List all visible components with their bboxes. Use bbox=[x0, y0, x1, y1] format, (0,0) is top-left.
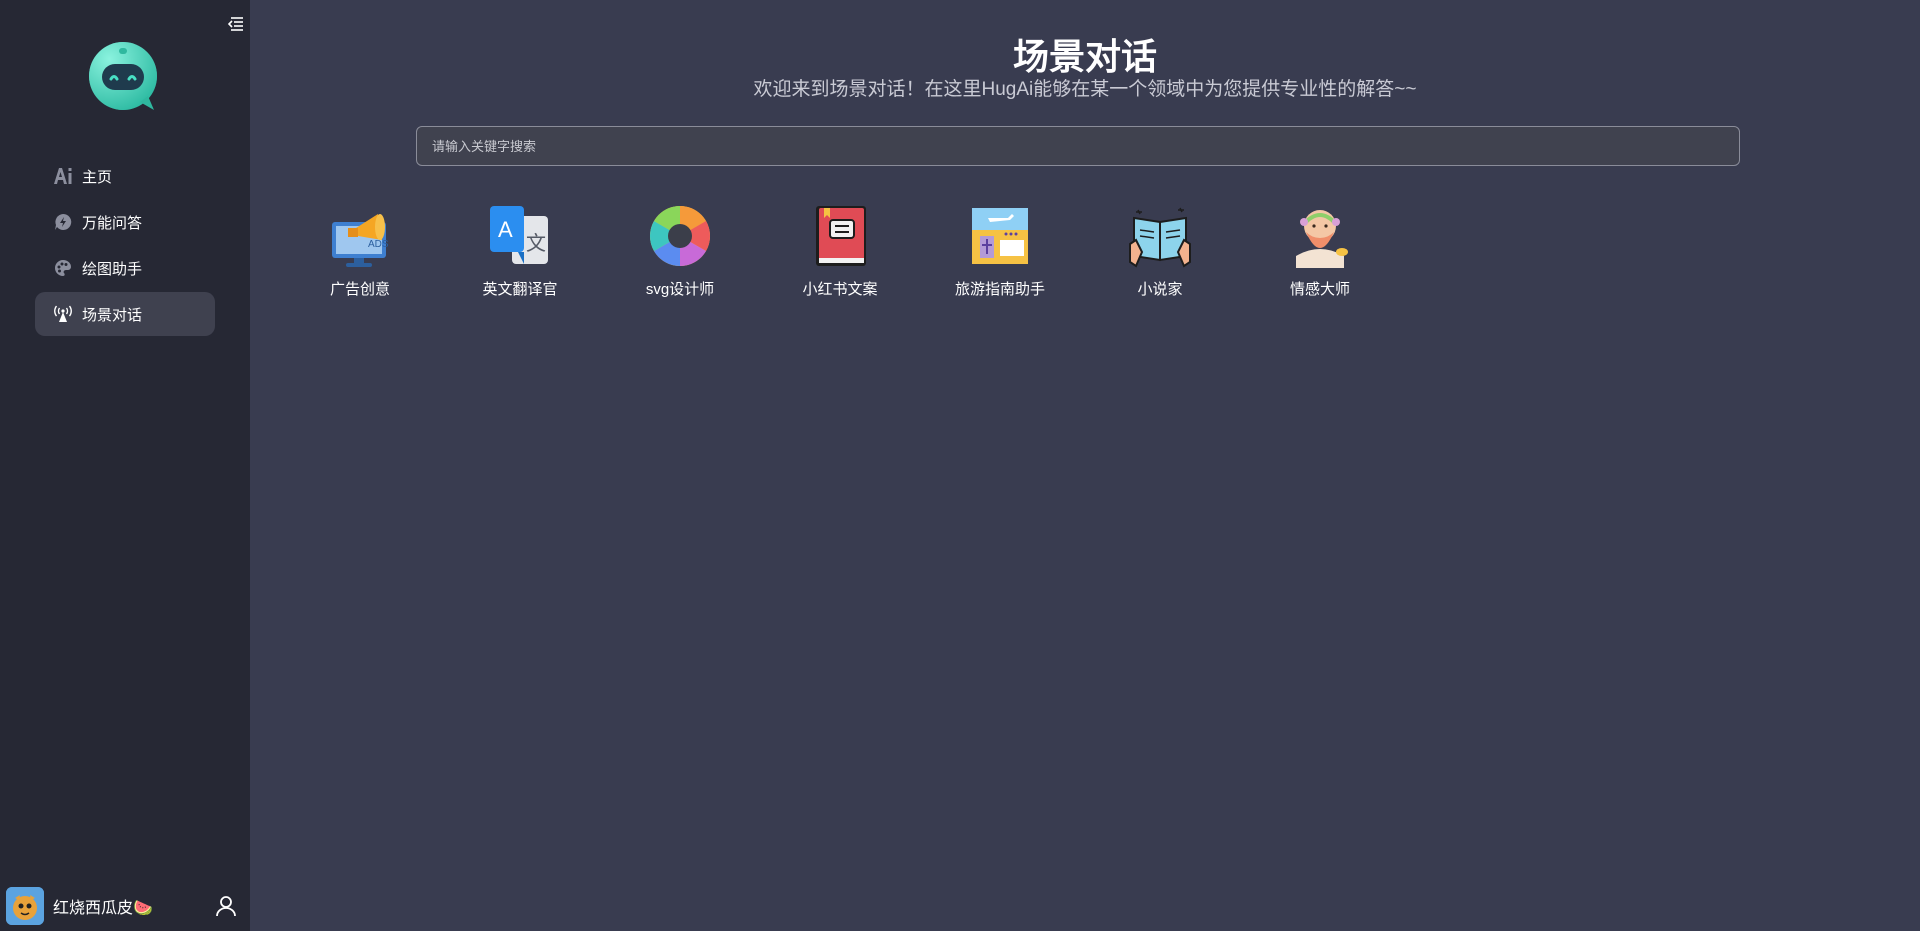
philosopher-icon bbox=[1288, 204, 1352, 268]
scene-card-novelist[interactable]: 小说家 bbox=[1080, 204, 1240, 299]
main-content: 场景对话 欢迎来到场景对话！在这里HugAi能够在某一个领域中为您提供专业性的解… bbox=[250, 0, 1920, 931]
collapse-menu-icon[interactable] bbox=[226, 14, 246, 34]
username: 红烧西瓜皮🍉 bbox=[53, 900, 153, 917]
avatar[interactable] bbox=[6, 887, 44, 925]
advertising-icon: ADS bbox=[328, 204, 392, 268]
scene-card-translator[interactable]: A 文 英文翻译官 bbox=[440, 204, 600, 299]
sidebar: 主页 万能问答 绘图助手 场景对话 红烧西瓜皮🍉 bbox=[0, 0, 250, 931]
sidebar-item-drawing[interactable]: 绘图助手 bbox=[35, 246, 215, 290]
red-book-icon bbox=[808, 204, 872, 268]
robot-logo-icon bbox=[88, 40, 162, 114]
palette-icon bbox=[53, 258, 73, 278]
svg-text:ADS: ADS bbox=[368, 239, 389, 250]
broadcast-icon bbox=[53, 304, 73, 324]
scene-list: ADS 广告创意 A 文 英文翻译官 svg设计师 小红书文案 旅游指南助手 小… bbox=[280, 204, 1400, 299]
page-title: 场景对话 bbox=[1012, 36, 1157, 77]
scene-card-travel-guide[interactable]: 旅游指南助手 bbox=[920, 204, 1080, 299]
sidebar-item-home[interactable]: 主页 bbox=[35, 154, 215, 198]
scene-card-emotion-master[interactable]: 情感大师 bbox=[1240, 204, 1400, 299]
svg-text:A: A bbox=[498, 217, 513, 242]
color-wheel-icon bbox=[648, 204, 712, 268]
chat-bolt-icon bbox=[53, 212, 73, 232]
scene-card-svg-designer[interactable]: svg设计师 bbox=[600, 204, 760, 299]
search-input[interactable] bbox=[416, 126, 1740, 166]
svg-text:文: 文 bbox=[526, 231, 546, 255]
scene-card-label: 小红书文案 bbox=[802, 281, 878, 298]
sidebar-item-qa[interactable]: 万能问答 bbox=[35, 200, 215, 244]
translate-icon: A 文 bbox=[488, 204, 552, 268]
sidebar-item-label: 场景对话 bbox=[82, 306, 143, 324]
ai-icon bbox=[53, 166, 73, 186]
reading-book-icon bbox=[1128, 204, 1192, 268]
user-bar: 红烧西瓜皮🍉 bbox=[0, 881, 250, 931]
scene-card-label: 情感大师 bbox=[1289, 281, 1350, 298]
page-subtitle: 欢迎来到场景对话！在这里HugAi能够在某一个领域中为您提供专业性的解答~~ bbox=[753, 79, 1417, 100]
sidebar-nav: 主页 万能问答 绘图助手 场景对话 bbox=[35, 154, 215, 338]
sidebar-item-label: 主页 bbox=[82, 168, 113, 186]
sidebar-item-scenes[interactable]: 场景对话 bbox=[35, 292, 215, 336]
scene-card-label: 旅游指南助手 bbox=[954, 281, 1045, 298]
travel-icon bbox=[968, 204, 1032, 268]
user-profile-icon[interactable] bbox=[214, 894, 238, 918]
scene-card-label: 小说家 bbox=[1137, 281, 1183, 298]
scene-card-label: 广告创意 bbox=[329, 281, 390, 298]
sidebar-item-label: 万能问答 bbox=[82, 214, 143, 232]
scene-card-label: 英文翻译官 bbox=[482, 281, 558, 298]
sidebar-item-label: 绘图助手 bbox=[82, 260, 143, 278]
scene-card-xiaohongshu[interactable]: 小红书文案 bbox=[760, 204, 920, 299]
scene-card-label: svg设计师 bbox=[645, 281, 715, 298]
scene-card-ad-creative[interactable]: ADS 广告创意 bbox=[280, 204, 440, 299]
